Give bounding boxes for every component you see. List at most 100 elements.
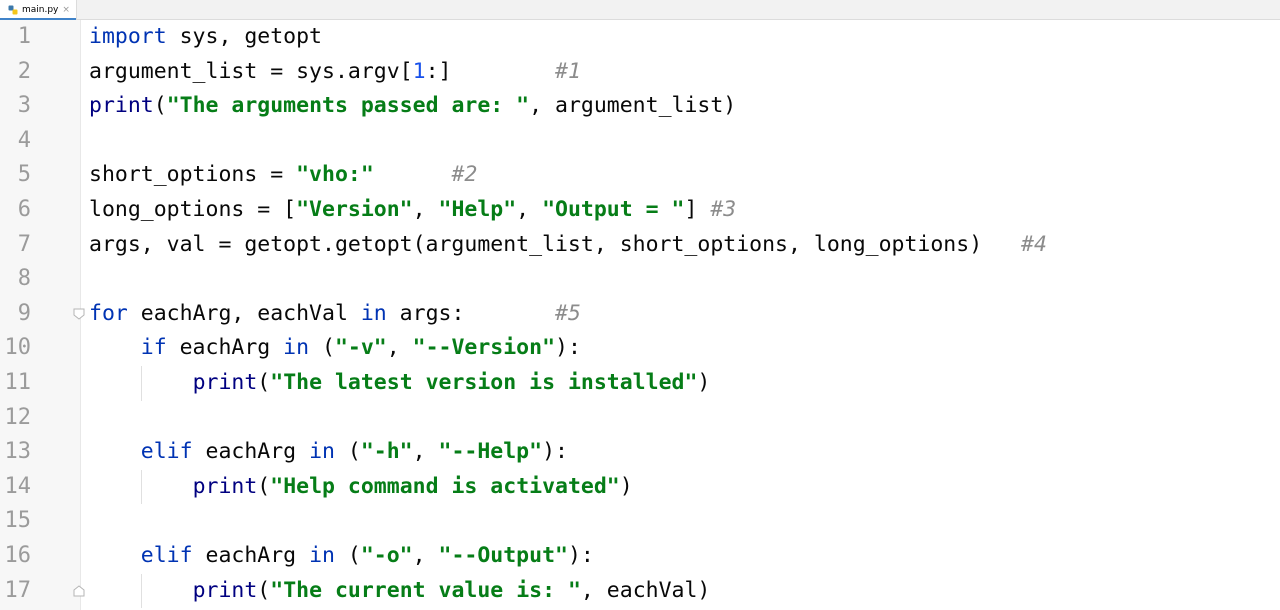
code-builtin: print (89, 93, 154, 119)
code-string: "-v" (334, 335, 387, 361)
code-token: eachArg (166, 335, 284, 361)
code-token: eachArg, eachVal (127, 300, 361, 326)
code-token: , (412, 197, 439, 222)
editor-tab-bar: main.py × (0, 0, 1280, 20)
code-keyword: elif (140, 439, 193, 465)
code-keyword: for (89, 300, 128, 326)
indent-guide (141, 366, 142, 401)
code-keyword: elif (140, 543, 193, 568)
code-keyword: in (309, 439, 335, 465)
code-string: "-o" (360, 543, 413, 568)
code-string: "Help" (438, 197, 517, 222)
code-comment: #5 (555, 300, 581, 326)
code-builtin: print (192, 370, 258, 395)
line-number: 9 (17, 300, 31, 326)
code-token: argument_list = sys.argv[ (89, 58, 413, 84)
code-string: "--Help" (438, 439, 543, 465)
code-keyword: import (89, 24, 167, 49)
line-number: 8 (17, 266, 31, 292)
close-icon[interactable]: × (62, 5, 70, 15)
line-number: 6 (17, 197, 31, 222)
code-line: print("Help command is activated") (89, 470, 633, 504)
code-token: ( (153, 93, 167, 119)
line-number: 15 (4, 508, 32, 534)
code-token: ( (257, 370, 271, 395)
code-line: elif eachArg in ("-h", "--Help"): (89, 435, 568, 469)
code-comment: #4 (1021, 231, 1047, 257)
line-number: 2 (17, 58, 31, 84)
line-number: 11 (4, 370, 32, 395)
line-number: 5 (17, 162, 31, 188)
code-line: short_options = "vho:" #2 (89, 158, 477, 192)
line-number: 17 (4, 577, 32, 603)
code-token: ): (542, 439, 568, 465)
code-token: args, val = getopt.getopt(argument_list,… (89, 231, 983, 257)
code-line: print("The current value is: ", eachVal) (89, 574, 711, 608)
code-comment: #1 (555, 58, 581, 84)
code-string: "The latest version is installed" (270, 370, 698, 395)
code-string: "The arguments passed are: " (166, 93, 530, 119)
code-line: argument_list = sys.argv[1:] #1 (89, 55, 581, 89)
line-number: 16 (4, 543, 32, 568)
code-keyword: if (140, 335, 167, 361)
code-line: import sys, getopt (89, 20, 322, 54)
indent-guide (141, 469, 142, 505)
code-token: ( (257, 577, 271, 603)
tab-main-py[interactable]: main.py × (0, 0, 77, 20)
line-number-gutter: 1 2 3 4 5 6 7 8 9 10 11 12 13 14 15 16 17 (0, 20, 81, 610)
code-token: ] (684, 197, 711, 222)
line-number: 7 (17, 231, 31, 257)
code-token: ): (567, 543, 594, 568)
indent-guide (141, 573, 142, 609)
code-string: "Output = " (542, 197, 685, 222)
code-line: elif eachArg in ("-o", "--Output"): (89, 539, 594, 573)
code-token: short_options = (89, 162, 297, 188)
code-line: args, val = getopt.getopt(argument_list,… (89, 228, 1047, 262)
fold-end-icon[interactable] (73, 584, 85, 597)
code-keyword: in (283, 335, 310, 361)
code-line: long_options = ["Version", "Help", "Outp… (89, 193, 736, 227)
code-string: "--Output" (438, 543, 568, 568)
code-string: "vho:" (296, 162, 374, 188)
code-token: eachArg (192, 543, 310, 568)
code-token: :] (425, 58, 452, 84)
code-line: print("The arguments passed are: ", argu… (89, 89, 736, 123)
code-line: if eachArg in ("-v", "--Version"): (89, 331, 581, 365)
code-string: "-h" (360, 439, 413, 465)
line-number: 1 (17, 24, 31, 49)
line-number: 4 (17, 127, 31, 153)
code-builtin: print (192, 577, 258, 603)
code-string: "The current value is: " (270, 577, 581, 603)
code-token: , (516, 197, 543, 222)
code-number: 1 (412, 58, 426, 84)
code-keyword: in (360, 300, 387, 326)
line-number: 12 (4, 404, 32, 430)
code-comment: #3 (710, 197, 737, 222)
code-token: sys, getopt (166, 24, 323, 49)
code-token: , argument_list) (529, 93, 737, 119)
code-token: , (412, 543, 439, 568)
code-token: ) (619, 473, 633, 499)
code-string: "--Version" (412, 335, 556, 361)
code-line: for eachArg, eachVal in args: #5 (89, 297, 581, 331)
code-token: , (386, 335, 413, 361)
line-number: 10 (4, 335, 32, 361)
line-number: 3 (17, 93, 31, 119)
code-builtin: print (192, 473, 258, 499)
code-token: eachArg (192, 439, 310, 465)
fold-start-icon[interactable] (73, 308, 85, 320)
code-string: "Version" (296, 197, 413, 222)
code-token: ): (555, 335, 581, 361)
code-keyword: in (309, 543, 335, 568)
code-token: args: (386, 300, 465, 326)
code-line: print("The latest version is installed") (89, 366, 711, 400)
line-number: 14 (4, 473, 32, 499)
code-token: ) (697, 370, 711, 395)
code-token: ( (309, 335, 335, 361)
